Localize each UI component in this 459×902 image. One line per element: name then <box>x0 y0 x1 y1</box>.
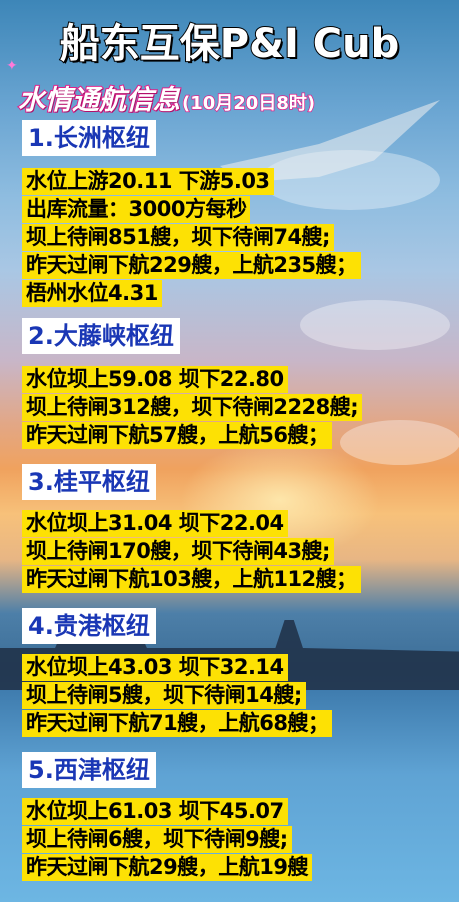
info-line: 水位坝上31.04 坝下22.04 <box>22 510 288 537</box>
info-line: 水位上游20.11 下游5.03 <box>22 168 274 195</box>
info-line: 水位坝上59.08 坝下22.80 <box>22 366 288 393</box>
section-heading: 3.桂平枢纽 <box>22 464 156 500</box>
info-line: 昨天过闸下航57艘，上航56艘； <box>22 422 333 449</box>
section-heading: 1.长洲枢纽 <box>22 120 156 156</box>
info-line: 出库流量：3000方每秒 <box>22 196 251 223</box>
info-line: 昨天过闸下航29艘，上航19艘 <box>22 854 312 881</box>
section-heading: 5.西津枢纽 <box>22 752 156 788</box>
info-line: 坝上待闸851艘，坝下待闸74艘; <box>22 224 334 251</box>
info-line: 梧州水位4.31 <box>22 280 162 307</box>
cloud <box>300 300 450 350</box>
page-title: 船东互保P&I Cub <box>59 20 400 68</box>
info-line: 坝上待闸312艘，坝下待闸2228艘; <box>22 394 363 421</box>
subtitle-main: 水情通航信息 <box>17 84 181 117</box>
info-line: 坝上待闸170艘，坝下待闸43艘; <box>22 538 334 565</box>
section-heading: 4.贵港枢纽 <box>22 608 156 644</box>
sparkle-icon: ✦ <box>6 58 18 74</box>
info-line: 昨天过闸下航103艘，上航112艘； <box>22 566 361 593</box>
info-line: 坝上待闸5艘，坝下待闸14艘; <box>22 682 306 709</box>
info-line: 水位坝上61.03 坝下45.07 <box>22 798 288 825</box>
subtitle-date: (10月20日8时) <box>181 92 316 115</box>
info-line: 坝上待闸6艘，坝下待闸9艘; <box>22 826 292 853</box>
cloud <box>340 420 459 465</box>
section-heading: 2.大藤峡枢纽 <box>22 318 180 354</box>
info-line: 水位坝上43.03 坝下32.14 <box>22 654 288 681</box>
info-line: 昨天过闸下航229艘，上航235艘； <box>22 252 361 279</box>
subtitle: 水情通航信息 (10月20日8时) <box>17 78 316 117</box>
info-line: 昨天过闸下航71艘，上航68艘； <box>22 710 333 737</box>
